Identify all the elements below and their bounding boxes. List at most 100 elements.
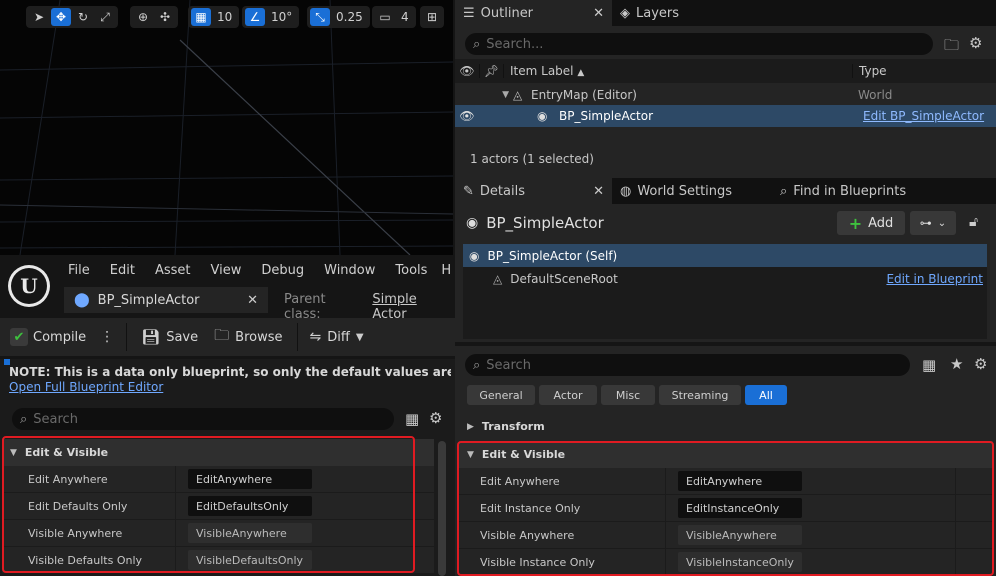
details-tab-label: Details <box>479 183 525 199</box>
outliner-icon: ☰ <box>463 5 475 21</box>
bp-details-search[interactable]: ⌕ Search <box>12 408 394 430</box>
details-tab[interactable]: ✎ Details ✕ <box>455 178 612 204</box>
filter-general[interactable]: General <box>467 385 535 405</box>
outliner-status: 1 actors (1 selected) <box>470 152 594 166</box>
menu-asset[interactable]: Asset <box>145 263 201 278</box>
component-root-label: DefaultSceneRoot <box>510 272 618 286</box>
gear-icon[interactable]: ⚙ <box>969 34 982 52</box>
details-search[interactable]: ⌕ Search <box>465 354 910 376</box>
pin-icon[interactable]: 📌︎ <box>479 64 503 78</box>
world-settings-tab[interactable]: ◍ World Settings <box>612 178 772 204</box>
rotation-snap-toolbar: ∠ 10° <box>242 6 300 28</box>
map-icon: ◬ <box>513 87 523 102</box>
outliner-tab[interactable]: ☰ Outliner ✕ <box>455 0 612 26</box>
data-only-note: NOTE: This is a data only blueprint, so … <box>9 365 451 379</box>
outliner-tabbar: ☰ Outliner ✕ ◈ Layers <box>455 0 996 26</box>
component-root[interactable]: ◬ DefaultSceneRoot Edit in Blueprint <box>463 267 987 291</box>
open-full-editor-link[interactable]: Open Full Blueprint Editor <box>9 380 163 394</box>
blueprint-tab[interactable]: ⬤ BP_SimpleActor ✕ <box>64 287 268 313</box>
category-transform[interactable]: ▶ Transform <box>459 413 993 440</box>
level-viewport[interactable]: ➤ ✥ ↻ ⤢ ⊕ ✣ ▦ 10 ∠ 10° ⤡ 0.25 ▭ 4 ⊞ <box>0 0 453 255</box>
scale-mode-icon[interactable]: ⤢ <box>95 8 115 26</box>
col-type[interactable]: Type <box>852 64 996 78</box>
select-mode-icon[interactable]: ➤ <box>29 8 49 26</box>
visibility-icon[interactable]: 👁︎ <box>455 109 479 123</box>
browse-button[interactable]: 🗀︎ Browse <box>206 318 290 356</box>
viewport-grid <box>0 0 453 255</box>
components-tree: ◉ BP_SimpleActor (Self) ◬ DefaultSceneRo… <box>463 244 987 339</box>
menu-tools[interactable]: Tools <box>385 263 437 278</box>
filter-all[interactable]: All <box>745 385 787 405</box>
table-view-icon[interactable]: ▦ <box>405 410 419 428</box>
star-icon[interactable]: ★ <box>950 355 963 373</box>
menu-window[interactable]: Window <box>314 263 385 278</box>
outliner-row-actor[interactable]: 👁︎ ◉ BP_SimpleActor Edit BP_SimpleActor <box>455 105 996 127</box>
menu-help[interactable]: H <box>437 263 455 278</box>
details-panel: ✎ Details ✕ ◍ World Settings ⌕ Find in B… <box>455 178 996 576</box>
row-label: EntryMap (Editor) <box>531 87 637 102</box>
expand-arrow-icon[interactable]: ▼ <box>455 90 513 100</box>
actor-header: ◉ BP_SimpleActor <box>466 214 604 232</box>
layers-tab-label: Layers <box>636 5 680 21</box>
actor-icon: ◉ <box>466 215 479 231</box>
add-label: Add <box>868 215 894 231</box>
grid-snap-icon[interactable]: ▦ <box>191 8 211 26</box>
details-search-placeholder: Search <box>486 357 531 373</box>
lock-icon[interactable]: 🔓︎ <box>969 214 978 230</box>
gear-icon[interactable]: ⚙ <box>974 355 987 373</box>
col-item-label[interactable]: Item Label ▲ <box>503 64 852 78</box>
gear-icon[interactable]: ⚙ <box>429 409 442 427</box>
compile-button[interactable]: ✔ Compile <box>0 318 94 356</box>
camera-icon[interactable]: ▭ <box>375 8 395 26</box>
outliner-search-placeholder: Search... <box>486 36 544 52</box>
rotation-snap-value[interactable]: 10° <box>267 10 296 24</box>
filter-streaming[interactable]: Streaming <box>659 385 741 405</box>
diff-button[interactable]: ⇋ Diff ▼ <box>304 318 370 356</box>
rotate-mode-icon[interactable]: ↻ <box>73 8 93 26</box>
edit-blueprint-link[interactable]: Edit BP_SimpleActor <box>857 109 984 123</box>
layers-icon: ◈ <box>620 5 630 21</box>
find-tab-label: Find in Blueprints <box>793 183 907 199</box>
edit-in-blueprint-link[interactable]: Edit in Blueprint <box>886 272 987 286</box>
toolbar-divider <box>296 323 298 351</box>
world-space-icon[interactable]: ⊕ <box>133 8 153 26</box>
camera-speed-value[interactable]: 4 <box>397 10 413 24</box>
compile-options-icon[interactable]: ⋮ <box>94 329 120 345</box>
component-self[interactable]: ◉ BP_SimpleActor (Self) <box>463 244 987 267</box>
scene-component-icon: ◬ <box>493 272 503 286</box>
surface-snap-icon[interactable]: ✣ <box>155 8 175 26</box>
menu-debug[interactable]: Debug <box>251 263 314 278</box>
scale-snap-icon[interactable]: ⤡ <box>310 8 330 26</box>
menu-view[interactable]: View <box>201 263 252 278</box>
filter-misc[interactable]: Misc <box>601 385 655 405</box>
filter-actor[interactable]: Actor <box>539 385 597 405</box>
add-component-button[interactable]: + Add <box>837 211 905 235</box>
visibility-icon[interactable]: 👁︎ <box>455 64 479 78</box>
close-tab-icon[interactable]: ✕ <box>593 6 604 21</box>
translate-mode-icon[interactable]: ✥ <box>51 8 71 26</box>
browse-label: Browse <box>235 329 283 345</box>
add-folder-icon[interactable]: 🗀︎ <box>944 35 959 60</box>
component-self-label: BP_SimpleActor (Self) <box>487 248 618 263</box>
splitter[interactable] <box>455 342 996 346</box>
table-view-icon[interactable]: ▦ <box>922 356 936 374</box>
actor-name[interactable]: BP_SimpleActor <box>486 214 604 232</box>
grid-snap-value[interactable]: 10 <box>213 10 236 24</box>
scrollbar[interactable] <box>438 441 446 576</box>
blueprint-options-button[interactable]: ⊶ ⌄ <box>910 211 956 235</box>
world-settings-label: World Settings <box>637 183 733 199</box>
viewport-layout-icon[interactable]: ⊞ <box>422 8 442 26</box>
outliner-row-world[interactable]: ▼ ◬ EntryMap (Editor) World <box>455 84 996 105</box>
menu-file[interactable]: File <box>58 263 100 278</box>
layers-tab[interactable]: ◈ Layers <box>612 0 687 26</box>
save-button[interactable]: 💾︎ Save <box>133 318 206 356</box>
close-tab-icon[interactable]: ✕ <box>593 184 604 199</box>
blueprint-asset-icon: ⬤ <box>74 292 90 308</box>
menu-edit[interactable]: Edit <box>100 263 145 278</box>
search-icon: ⌕ <box>20 411 28 427</box>
find-in-blueprints-tab[interactable]: ⌕ Find in Blueprints <box>772 178 914 204</box>
close-tab-icon[interactable]: ✕ <box>247 293 258 308</box>
outliner-search[interactable]: ⌕ Search... <box>465 33 933 55</box>
scale-snap-value[interactable]: 0.25 <box>332 10 367 24</box>
rotation-snap-icon[interactable]: ∠ <box>245 8 265 26</box>
